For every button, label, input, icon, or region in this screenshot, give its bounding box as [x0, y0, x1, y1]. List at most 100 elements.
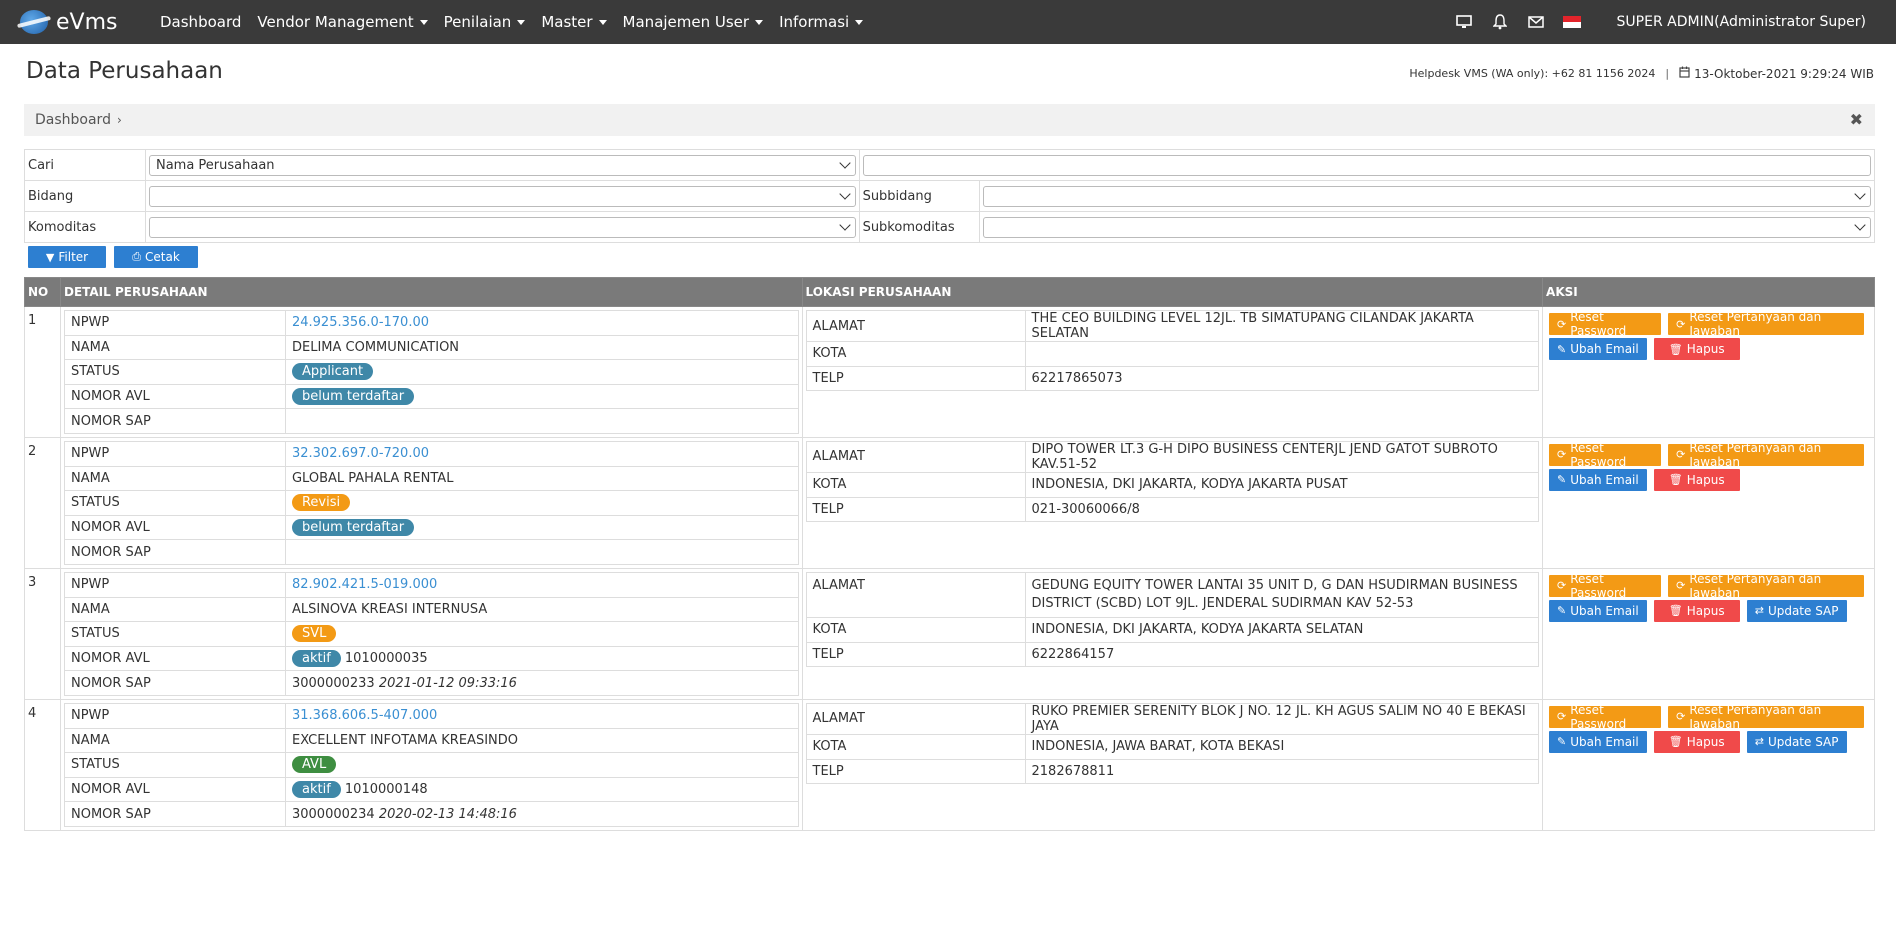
- ubah-email-button[interactable]: ✎ Ubah Email: [1549, 468, 1647, 491]
- nav-item-1[interactable]: Vendor Management: [257, 13, 428, 31]
- lokasi-cell: ALAMAT THE CEO BUILDING LEVEL 12JL. TB SI…: [801, 306, 1544, 438]
- kota-label: KOTA: [805, 616, 1026, 643]
- bell-icon[interactable]: [1491, 13, 1509, 31]
- telp-value: 62217865073: [1024, 365, 1540, 392]
- refresh-icon: ⟳: [1676, 448, 1686, 462]
- nav-item-3[interactable]: Master: [541, 13, 607, 31]
- update-sap-button[interactable]: ⇄ Update SAP: [1746, 599, 1847, 622]
- reset-password-button[interactable]: ⟳ Reset Password: [1549, 703, 1662, 731]
- detail-table: NPWP 24.925.356.0-170.00 NAMA DELIMA COMMUN…: [63, 310, 799, 434]
- npwp-link[interactable]: 24.925.356.0-170.00: [292, 315, 429, 330]
- hapus-button[interactable]: 🗑 Hapus: [1653, 468, 1740, 491]
- search-field-select[interactable]: Nama Perusahaan: [148, 154, 856, 176]
- nav-item-label: Informasi: [779, 13, 850, 31]
- npwp-link[interactable]: 32.302.697.0-720.00: [292, 446, 429, 461]
- indonesia-flag-icon[interactable]: [1562, 16, 1581, 28]
- sap-number: 3000000233: [291, 675, 375, 691]
- ubah-email-button[interactable]: ✎ Ubah Email: [1549, 730, 1647, 753]
- top-navbar: eVms Dashboard Vendor Management Penilaian…: [0, 0, 1896, 44]
- hapus-button[interactable]: 🗑 Hapus: [1653, 599, 1740, 622]
- telp-label: TELP: [805, 758, 1026, 785]
- status-badge: SVL: [291, 625, 337, 643]
- subkomoditas-label: Subkomoditas: [858, 211, 980, 243]
- nama-label: NAMA: [63, 465, 286, 492]
- avl-badge: aktif: [291, 780, 341, 798]
- filter-button[interactable]: ▼ Filter: [28, 246, 106, 268]
- komoditas-label: Komoditas: [24, 211, 146, 243]
- mail-icon[interactable]: [1527, 13, 1545, 31]
- row-number: 1: [24, 306, 61, 438]
- refresh-icon: ⟳: [1557, 710, 1567, 724]
- subbidang-select[interactable]: [982, 185, 1871, 207]
- caret-down-icon: [755, 19, 764, 25]
- ubah-email-button[interactable]: ✎ Ubah Email: [1549, 338, 1647, 360]
- npwp-link[interactable]: 31.368.606.5-407.000: [292, 708, 437, 723]
- reset-password-button[interactable]: ⟳ Reset Password: [1549, 310, 1662, 338]
- chevron-down-icon: [838, 219, 851, 231]
- alamat-label: ALAMAT: [805, 310, 1026, 342]
- chevron-right-icon: ›: [116, 113, 122, 127]
- ubah-email-button[interactable]: ✎ Ubah Email: [1549, 599, 1647, 622]
- nav-item-5[interactable]: Informasi: [779, 13, 864, 31]
- avl-number: 1010000148: [344, 781, 428, 797]
- nav-item-label: Dashboard: [160, 13, 242, 31]
- detail-cell: NPWP 32.302.697.0-720.00 NAMA GLOBAL PAHALA…: [59, 436, 803, 569]
- search-input[interactable]: [862, 154, 1871, 176]
- close-icon[interactable]: ✖: [1850, 110, 1863, 129]
- status-label: STATUS: [63, 752, 286, 778]
- kota-label: KOTA: [805, 471, 1026, 498]
- cetak-button[interactable]: ⎙ Cetak: [114, 246, 198, 268]
- table-row: 1 NPWP 24.925.356.0-170.00 NAMA DELIMA COMMU…: [24, 306, 1875, 438]
- breadcrumb-dashboard[interactable]: Dashboard: [35, 112, 111, 128]
- komoditas-select[interactable]: [148, 216, 856, 238]
- reset-question-button[interactable]: ⟳ Reset Pertanyaan dan Jawaban: [1668, 310, 1864, 338]
- table-row: 4 NPWP 31.368.606.5-407.000 NAMA EXCELLENT I…: [24, 698, 1875, 831]
- helpdesk-info: Helpdesk VMS (WA only): +62 81 1156 2024…: [1409, 66, 1874, 81]
- row-number: 3: [24, 567, 61, 700]
- reset-question-button[interactable]: ⟳ Reset Pertanyaan dan Jawaban: [1668, 572, 1864, 600]
- lokasi-cell: ALAMAT RUKO PREMIER SERENITY BLOK J NO. 1…: [801, 698, 1544, 831]
- avl-label: NOMOR AVL: [63, 514, 286, 541]
- kota-label: KOTA: [805, 733, 1026, 760]
- chevron-down-icon: [838, 157, 851, 169]
- reset-question-button[interactable]: ⟳ Reset Pertanyaan dan Jawaban: [1668, 703, 1864, 731]
- monitor-icon[interactable]: [1455, 13, 1473, 31]
- lokasi-cell: ALAMAT GEDUNG EQUITY TOWER LANTAI 35 UNIT…: [801, 567, 1544, 700]
- kota-value: [1024, 341, 1540, 367]
- avl-badge: belum terdaftar: [291, 519, 415, 537]
- edit-icon: ✎: [1557, 735, 1567, 749]
- nama-label: NAMA: [63, 334, 286, 361]
- company-table: NO DETAIL PERUSAHAAN LOKASI PERUSAHAAN A…: [24, 277, 1875, 831]
- caret-down-icon: [517, 19, 526, 25]
- brand[interactable]: eVms: [20, 10, 160, 35]
- status-badge: Applicant: [291, 363, 374, 381]
- col-lokasi: LOKASI PERUSAHAAN: [801, 277, 1544, 307]
- aksi-cell: ⟳ Reset Password ⟳ Reset Pertanyaan dan Jaw…: [1542, 436, 1875, 569]
- update-sap-button[interactable]: ⇄ Update SAP: [1746, 730, 1847, 753]
- table-row: 3 NPWP 82.902.421.5-019.000 NAMA ALSINOVA KR…: [24, 567, 1875, 700]
- nav-item-4[interactable]: Manajemen User: [623, 13, 764, 31]
- detail-table: NPWP 32.302.697.0-720.00 NAMA GLOBAL PAHALA…: [63, 440, 799, 565]
- user-menu[interactable]: SUPER ADMIN(Administrator Super): [1617, 14, 1866, 30]
- subkomoditas-select[interactable]: [982, 216, 1871, 238]
- hapus-button[interactable]: 🗑 Hapus: [1653, 338, 1740, 360]
- detail-cell: NPWP 31.368.606.5-407.000 NAMA EXCELLENT IN…: [59, 698, 803, 831]
- search-field-value: Nama Perusahaan: [155, 157, 275, 173]
- nav-item-2[interactable]: Penilaian: [444, 13, 526, 31]
- company-name: ALSINOVA KREASI INTERNUSA: [284, 596, 799, 623]
- company-name: DELIMA COMMUNICATION: [284, 334, 799, 361]
- nav-item-0[interactable]: Dashboard: [160, 13, 241, 31]
- funnel-icon: ▼: [45, 250, 55, 264]
- bidang-select[interactable]: [148, 185, 856, 207]
- company-name: EXCELLENT INFOTAMA KREASINDO: [284, 727, 799, 754]
- reset-password-button[interactable]: ⟳ Reset Password: [1549, 572, 1662, 600]
- avl-number: 1010000035: [344, 651, 428, 667]
- top-right-icons: SUPER ADMIN(Administrator Super): [1437, 0, 1866, 44]
- kota-value: INDONESIA, DKI JAKARTA, KODYA JAKARTA SE…: [1024, 616, 1540, 643]
- hapus-button[interactable]: 🗑 Hapus: [1653, 730, 1740, 753]
- edit-icon: ✎: [1557, 473, 1567, 487]
- reset-question-button[interactable]: ⟳ Reset Pertanyaan dan Jawaban: [1668, 441, 1864, 469]
- reset-password-button[interactable]: ⟳ Reset Password: [1549, 441, 1662, 469]
- alamat-label: ALAMAT: [805, 702, 1026, 735]
- npwp-link[interactable]: 82.902.421.5-019.000: [292, 577, 437, 592]
